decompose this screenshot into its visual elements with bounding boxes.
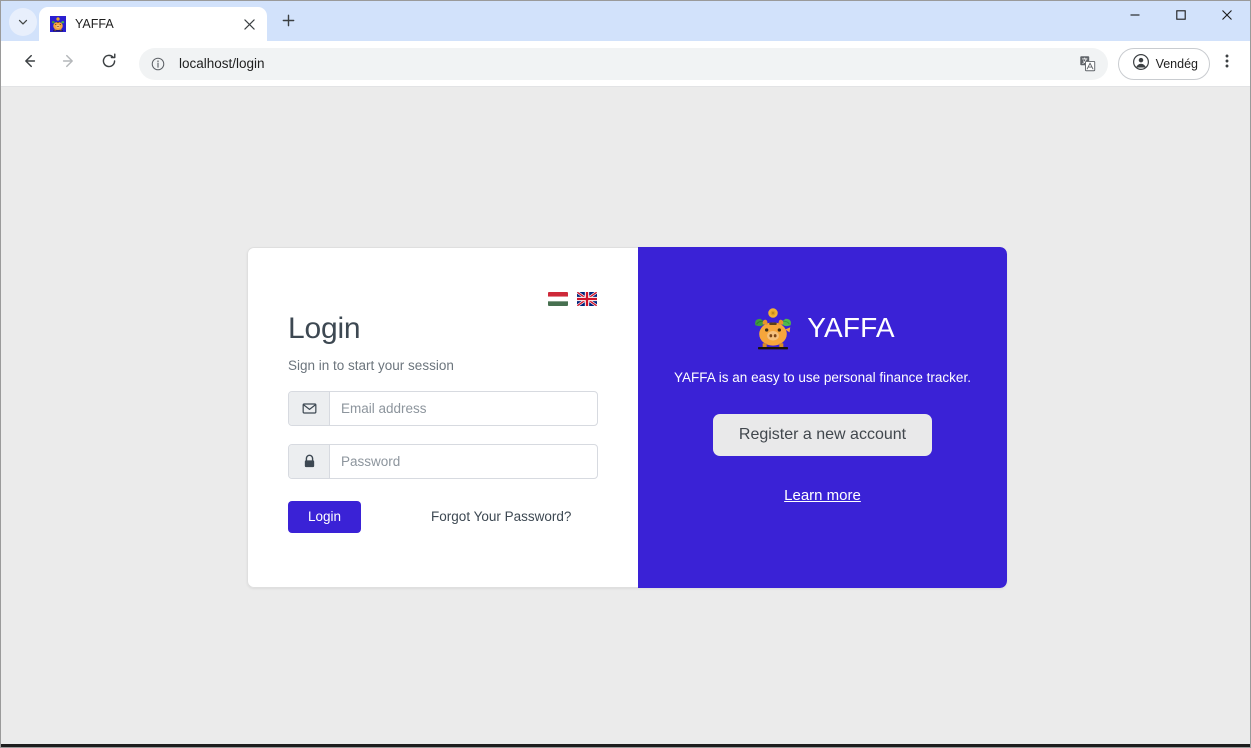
lock-icon (289, 445, 330, 478)
tab-search-button[interactable] (9, 8, 37, 36)
three-dots-vertical-icon (1219, 53, 1235, 74)
close-icon (1221, 8, 1233, 26)
address-bar[interactable]: localhost/login (139, 47, 1108, 80)
browser-menu-button[interactable] (1212, 48, 1242, 80)
promo-tagline: YAFFA is an easy to use personal finance… (674, 370, 971, 385)
piggy-bank-icon (750, 305, 796, 351)
tab-close-button[interactable] (239, 14, 259, 34)
email-field-group (288, 391, 598, 426)
account-circle-icon (1132, 53, 1150, 74)
browser-window: YAFFA localhost/login Vendég Login Sign … (0, 0, 1251, 748)
arrow-left-icon (20, 52, 38, 75)
login-card: Login Sign in to start your session Emai… (247, 247, 1007, 588)
learn-more-link[interactable]: Learn more (784, 487, 861, 504)
chevron-down-icon (16, 15, 30, 29)
piggy-bank-icon (50, 16, 66, 32)
taskbar-sliver (1, 744, 1250, 747)
page-viewport: Login Sign in to start your session Emai… (1, 87, 1250, 747)
reload-icon (100, 52, 118, 75)
register-button[interactable]: Register a new account (712, 414, 933, 456)
info-circle-icon[interactable] (145, 51, 171, 77)
profile-label: Vendég (1155, 56, 1198, 71)
reload-button[interactable] (93, 48, 125, 80)
minimize-button[interactable] (1112, 1, 1158, 33)
tab-title: YAFFA (75, 17, 114, 31)
tab-strip: YAFFA (1, 1, 1250, 41)
maximize-button[interactable] (1158, 1, 1204, 33)
login-button[interactable]: Login (288, 501, 362, 533)
brand-name: YAFFA (807, 312, 895, 343)
login-actions: Login Forgot Your Password? (288, 501, 598, 533)
email-input[interactable] (330, 392, 597, 425)
translate-icon[interactable] (1074, 50, 1102, 78)
browser-toolbar: localhost/login Vendég (1, 41, 1250, 87)
uk-flag-icon[interactable] (577, 292, 597, 306)
browser-tab[interactable]: YAFFA (39, 7, 267, 41)
promo-panel: YAFFA YAFFA is an easy to use personal f… (638, 247, 1007, 588)
brand-row: YAFFA (750, 305, 895, 351)
page-title: Login (288, 312, 361, 345)
profile-button[interactable]: Vendég (1117, 47, 1210, 80)
maximize-icon (1175, 8, 1187, 26)
new-tab-button[interactable] (274, 9, 302, 37)
address-bar-url: localhost/login (179, 56, 265, 71)
language-switcher (548, 292, 597, 306)
minimize-icon (1129, 8, 1141, 26)
close-window-button[interactable] (1204, 1, 1250, 33)
password-field-group (288, 444, 598, 479)
login-form-panel: Login Sign in to start your session Emai… (247, 247, 638, 588)
login-subtitle: Sign in to start your session (288, 358, 454, 373)
back-button[interactable] (13, 48, 45, 80)
hungarian-flag-icon[interactable] (548, 292, 568, 306)
envelope-icon (289, 392, 330, 425)
arrow-right-icon (60, 52, 78, 75)
forgot-password-link[interactable]: Forgot Your Password? (431, 509, 571, 524)
plus-icon (281, 13, 296, 33)
window-controls (1112, 1, 1250, 41)
forward-button (53, 48, 85, 80)
password-input[interactable] (330, 445, 597, 478)
